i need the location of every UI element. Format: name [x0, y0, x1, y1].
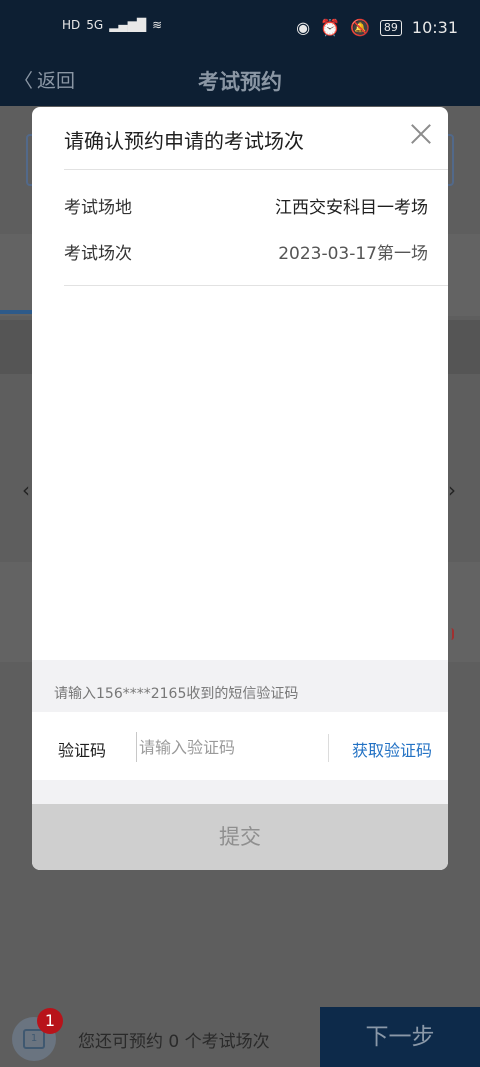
- spacer: [32, 780, 448, 804]
- next-step-button[interactable]: 下一步: [320, 1007, 480, 1067]
- chevron-left-icon: ‹: [22, 478, 30, 502]
- signal-icon: ▂▄▆█: [109, 18, 147, 32]
- status-left: HD 5G ▂▄▆█ ≋: [62, 18, 162, 32]
- confirm-dialog: 请确认预约申请的考试场次 考试场地 江西交安科目一考场 考试场次 2023-03…: [32, 107, 448, 870]
- verification-code-row: 验证码 获取验证码: [32, 712, 448, 780]
- status-right: ◉ ⏰ 🔕 89 10:31: [296, 18, 458, 37]
- background-tab-indicator: [0, 310, 34, 314]
- exam-venue-value: 江西交安科目一考场: [275, 198, 428, 218]
- divider: [64, 285, 448, 286]
- exam-session-value: 2023-03-17第一场: [278, 244, 428, 264]
- exam-venue-label: 考试场地: [64, 198, 132, 218]
- calendar-icon: 1: [23, 1029, 45, 1049]
- clock: 10:31: [411, 18, 458, 37]
- get-code-button[interactable]: 获取验证码: [352, 737, 432, 761]
- network-label: 5G: [86, 18, 104, 32]
- alarm-icon: ⏰: [320, 18, 340, 37]
- submit-button[interactable]: 提交: [32, 804, 448, 870]
- page-title: 考试预约: [198, 70, 282, 94]
- eye-icon: ◉: [296, 18, 311, 37]
- mute-icon: 🔕: [349, 18, 370, 37]
- close-icon[interactable]: [408, 121, 434, 147]
- app-header: 〈 返回 考试预约: [0, 56, 480, 106]
- verification-code-input[interactable]: [136, 732, 322, 762]
- divider: [64, 169, 448, 170]
- sms-hint-text: 请输入156****2165收到的短信验证码: [54, 686, 299, 702]
- chevron-right-icon: ›: [448, 478, 456, 502]
- background-red-mark: [448, 628, 454, 640]
- exam-session-label: 考试场次: [64, 244, 132, 264]
- count-badge: 1: [37, 1008, 63, 1034]
- status-bar: HD 5G ▂▄▆█ ≋ ◉ ⏰ 🔕 89 10:31: [0, 0, 480, 56]
- hd-icon: HD: [62, 18, 81, 32]
- battery-icon: 89: [379, 19, 402, 36]
- verification-code-label: 验证码: [58, 741, 107, 760]
- remaining-sessions-text: 您还可预约 0 个考试场次: [78, 1032, 270, 1052]
- wifi-icon: ≋: [152, 18, 163, 32]
- divider: [328, 734, 329, 762]
- dialog-title: 请确认预约申请的考试场次: [64, 129, 304, 153]
- bottom-bar: 1 1 您还可预约 0 个考试场次 下一步: [0, 1007, 480, 1067]
